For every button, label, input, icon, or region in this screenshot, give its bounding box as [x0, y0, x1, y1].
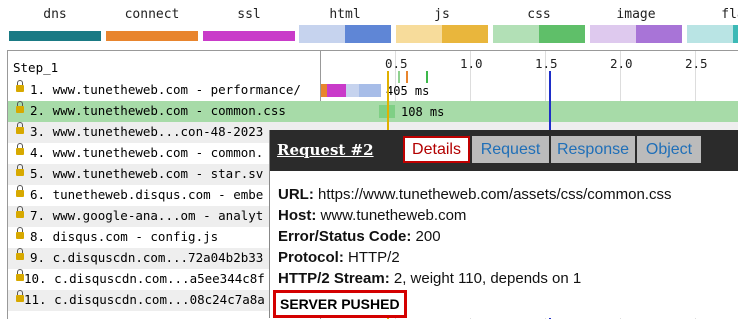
- legend-connect: connect: [106, 0, 198, 48]
- lock-icon: [16, 227, 24, 239]
- request-label: 11. c.disquscdn.com...08c24c7a8a: [24, 292, 265, 307]
- status-code-field: Error/Status Code: 200: [278, 228, 441, 245]
- host-field: Host: www.tunetheweb.com: [278, 207, 467, 224]
- tick-label: 0.5: [385, 56, 408, 71]
- legend-label: fla: [721, 7, 738, 22]
- legend-image: image: [590, 0, 682, 48]
- lock-icon: [16, 185, 24, 197]
- lock-icon: [16, 290, 24, 302]
- legend-dns: dns: [9, 0, 101, 48]
- dom-content-marker: [426, 71, 428, 83]
- legend: dns connect ssl html js css image fla: [0, 0, 738, 48]
- tick-label: 1.0: [460, 56, 483, 71]
- lock-icon: [16, 269, 24, 281]
- legend-html: html: [299, 0, 391, 48]
- url-field: URL: https://www.tunetheweb.com/assets/c…: [278, 186, 672, 203]
- lock-icon: [16, 122, 24, 134]
- server-pushed-badge: SERVER PUSHED: [273, 290, 407, 318]
- legend-label: css: [527, 7, 551, 22]
- request-details-popup: Request #2 Details Request Response Obje…: [269, 130, 738, 318]
- dom-content-marker: [398, 71, 400, 83]
- lock-icon: [16, 248, 24, 260]
- tick-label: 2.5: [685, 56, 708, 71]
- tab-request[interactable]: Request: [472, 136, 549, 163]
- tick-label: 2.0: [610, 56, 633, 71]
- request-label: 3. www.tunetheweb...con-48-2023: [30, 124, 264, 139]
- request-label: 4. www.tunetheweb.com - common.: [30, 145, 264, 160]
- timing-ssl: [327, 84, 346, 97]
- legend-js: js: [396, 0, 488, 48]
- request-label: 1. www.tunetheweb.com - performance/: [30, 82, 301, 97]
- http2-stream-field: HTTP/2 Stream: 2, weight 110, depends on…: [278, 270, 582, 287]
- legend-label: image: [616, 7, 656, 22]
- protocol-field: Protocol: HTTP/2: [278, 249, 400, 266]
- request-row-selected[interactable]: 2. www.tunetheweb.com - common.css: [8, 101, 738, 122]
- tab-response[interactable]: Response: [551, 136, 635, 163]
- legend-ssl: ssl: [203, 0, 295, 48]
- legend-label: html: [329, 7, 361, 22]
- tab-object[interactable]: Object: [637, 136, 701, 163]
- legend-label: connect: [124, 7, 180, 22]
- legend-label: ssl: [237, 7, 261, 22]
- request-label: 2. www.tunetheweb.com - common.css: [30, 103, 286, 118]
- legend-label: dns: [43, 7, 67, 22]
- request-label: 7. www.google-ana...om - analyt: [30, 208, 264, 223]
- lock-icon: [16, 80, 24, 92]
- legend-flash: fla: [687, 0, 738, 48]
- lock-icon: [16, 143, 24, 155]
- duration-label: 405 ms: [386, 84, 430, 98]
- popup-header: Request #2 Details Request Response Obje…: [270, 130, 738, 171]
- request-label: 9. c.disquscdn.com...72a04b2b33: [30, 250, 264, 265]
- request-label: 6. tunetheweb.disqus.com - embe: [30, 187, 264, 202]
- request-title[interactable]: Request #2: [277, 141, 374, 159]
- request-label: 5. www.tunetheweb.com - star.sv: [30, 166, 264, 181]
- lock-icon: [16, 206, 24, 218]
- duration-label: 108 ms: [401, 105, 445, 119]
- lock-icon: [16, 164, 24, 176]
- legend-css: css: [493, 0, 585, 48]
- legend-label: js: [434, 7, 450, 22]
- first-paint-marker: [406, 71, 408, 83]
- lock-icon: [16, 101, 24, 113]
- tick-label: 1.5: [535, 56, 558, 71]
- request-label: 8. disqus.com - config.js: [30, 229, 219, 244]
- timing-wait: [346, 84, 359, 97]
- step-label: Step_1: [13, 60, 59, 75]
- request-label: 10. c.disquscdn.com...a5ee344c8f: [24, 271, 265, 286]
- tab-details[interactable]: Details: [403, 136, 470, 163]
- timing-html: [359, 84, 381, 97]
